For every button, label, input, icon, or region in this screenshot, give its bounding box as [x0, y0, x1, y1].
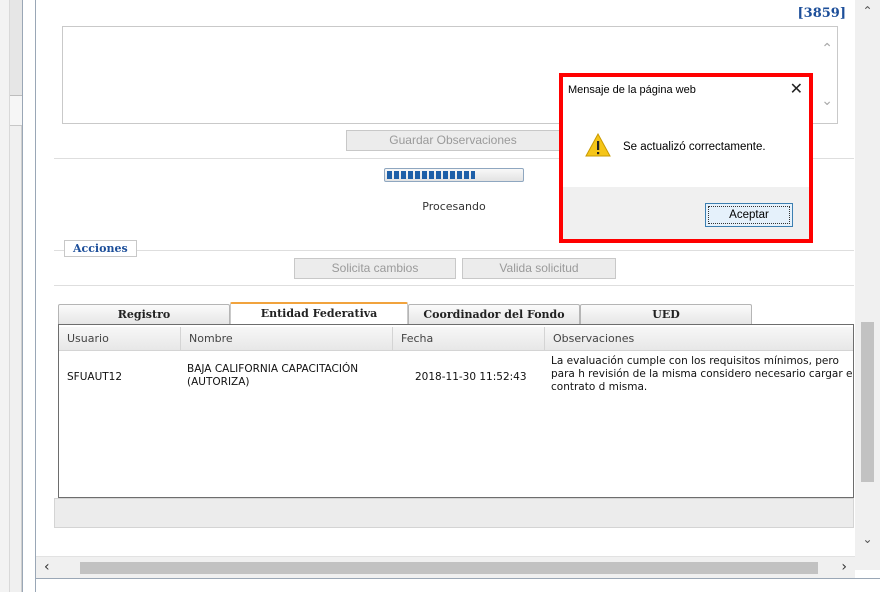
cell-nombre: BAJA CALIFORNIA CAPACITACIÓN (AUTORIZA)	[187, 363, 359, 388]
chevron-up-icon[interactable]: ⌃	[855, 0, 880, 22]
chevron-left-icon[interactable]: ‹	[44, 559, 50, 575]
progress-fill	[387, 171, 475, 179]
column-header-fecha[interactable]: Fecha	[393, 327, 545, 351]
observations-grid: Usuario Nombre Fecha Observaciones SFUAU…	[58, 324, 854, 498]
warning-icon	[585, 133, 611, 157]
column-header-nombre[interactable]: Nombre	[181, 327, 393, 351]
frame-border	[22, 0, 36, 592]
horizontal-scrollbar[interactable]: ‹ ›	[36, 556, 855, 578]
grid-header: Usuario Nombre Fecha Observaciones	[59, 327, 853, 351]
chevron-down-icon[interactable]: ⌄	[855, 528, 880, 550]
tab-bar: Registro Entidad Federativa Coordinador …	[58, 302, 854, 324]
request-changes-button[interactable]: Solicita cambios	[294, 258, 456, 279]
tab-ued[interactable]: UED	[580, 304, 752, 324]
scrollbar-thumb-horizontal[interactable]	[80, 562, 818, 574]
column-header-observaciones[interactable]: Observaciones	[545, 327, 853, 351]
actions-legend: Acciones	[64, 240, 137, 257]
ok-button[interactable]: Aceptar	[705, 203, 793, 227]
record-id: [3859]	[797, 6, 846, 21]
progress-bar	[384, 168, 524, 182]
tab-registro[interactable]: Registro	[58, 304, 230, 324]
close-icon[interactable]: ✕	[790, 79, 803, 98]
processing-label: Procesando	[422, 200, 486, 213]
cell-observaciones: La evaluación cumple con los requisitos …	[551, 355, 854, 393]
dialog-footer: Aceptar	[563, 187, 809, 239]
chevron-down-icon[interactable]: ⌄	[821, 93, 833, 109]
chevron-up-icon[interactable]: ⌃	[821, 41, 833, 57]
dialog-message: Se actualizó correctamente.	[623, 141, 766, 153]
side-panel-tab-secondary[interactable]	[10, 96, 22, 126]
dialog-title: Mensaje de la página web	[563, 77, 809, 103]
grid-footer	[54, 498, 854, 528]
dialog-body: Se actualizó correctamente.	[563, 103, 809, 187]
cell-fecha: 2018-11-30 11:52:43	[415, 371, 527, 383]
save-observations-button[interactable]: Guardar Observaciones	[346, 130, 560, 151]
tab-entidad-federativa[interactable]: Entidad Federativa	[230, 302, 408, 324]
left-side-panel	[10, 0, 22, 592]
side-panel-tab[interactable]	[10, 0, 22, 96]
left-gutter	[0, 0, 10, 592]
message-dialog: Mensaje de la página web ✕ Se actualizó …	[559, 73, 813, 243]
validate-request-button[interactable]: Valida solicitud	[462, 258, 616, 279]
scrollbar-thumb[interactable]	[861, 322, 874, 482]
chevron-right-icon[interactable]: ›	[841, 559, 847, 575]
cell-usuario: SFUAUT12	[67, 371, 123, 383]
vertical-scrollbar[interactable]: ⌃ ⌄	[855, 0, 880, 570]
column-header-usuario[interactable]: Usuario	[59, 327, 181, 351]
tab-coordinador-del-fondo[interactable]: Coordinador del Fondo	[408, 304, 580, 324]
bottom-frame	[36, 578, 880, 592]
